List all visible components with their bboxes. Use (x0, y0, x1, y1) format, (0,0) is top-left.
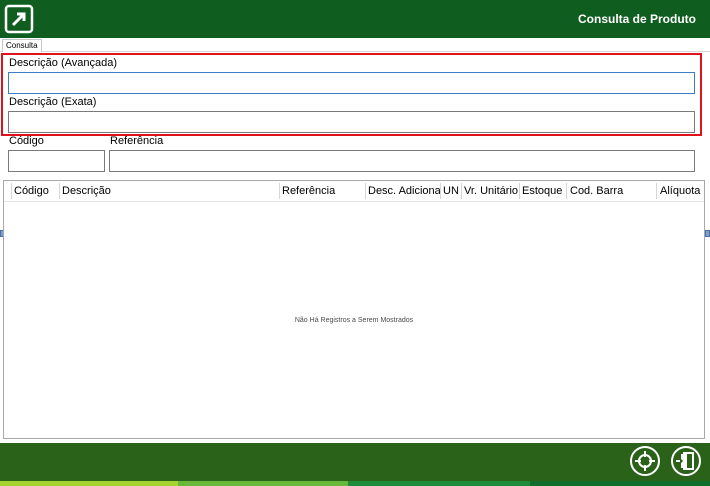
bottom-accent-bar (0, 481, 710, 486)
results-grid[interactable]: Código Descrição Referência Desc. Adicio… (3, 180, 705, 439)
footer-bar (0, 443, 710, 481)
column-header-aliquota[interactable]: Alíquota (660, 185, 704, 197)
column-header-estoque[interactable]: Estoque (522, 185, 566, 197)
descricao-exata-input[interactable] (8, 111, 695, 133)
title-bar: Consulta de Produto (0, 0, 710, 38)
column-header-un[interactable]: UN (443, 185, 461, 197)
column-separator[interactable] (519, 183, 520, 199)
descricao-avancada-input[interactable] (8, 72, 695, 94)
column-header-referencia[interactable]: Referência (282, 185, 364, 197)
descricao-exata-label: Descrição (Exata) (9, 96, 97, 108)
app-logo (2, 2, 36, 36)
accent-segment (348, 481, 530, 486)
referencia-input[interactable] (109, 150, 695, 172)
grid-header: Código Descrição Referência Desc. Adicio… (4, 181, 704, 202)
codigo-label: Código (9, 135, 44, 147)
column-separator[interactable] (279, 183, 280, 199)
column-separator[interactable] (59, 183, 60, 199)
column-header-desc-adicional[interactable]: Desc. Adicional (368, 185, 440, 197)
crosshair-icon (635, 451, 655, 471)
column-header-descricao[interactable]: Descrição (62, 185, 278, 197)
column-header-codigo[interactable]: Código (14, 185, 58, 197)
column-separator[interactable] (566, 183, 567, 199)
column-separator[interactable] (440, 183, 441, 199)
locate-button[interactable] (630, 446, 660, 476)
window-title: Consulta de Produto (578, 12, 696, 26)
accent-segment (530, 481, 710, 486)
tab-strip: Consulta (0, 38, 710, 52)
referencia-label: Referência (110, 135, 164, 147)
empty-grid-message: Não Há Registros a Serem Mostrados (294, 317, 414, 324)
column-header-cod-barra[interactable]: Cod. Barra (570, 185, 654, 197)
accent-segment (178, 481, 348, 486)
descricao-avancada-label: Descrição (Avançada) (9, 57, 118, 69)
column-separator[interactable] (365, 183, 366, 199)
column-separator[interactable] (11, 183, 12, 199)
codigo-input[interactable] (8, 150, 105, 172)
right-resize-handle[interactable] (705, 230, 710, 237)
column-separator[interactable] (461, 183, 462, 199)
column-separator[interactable] (656, 183, 657, 199)
accent-segment (0, 481, 178, 486)
tab-consulta[interactable]: Consulta (2, 39, 42, 52)
column-header-vr-unitario[interactable]: Vr. Unitário (464, 185, 519, 197)
exit-door-icon (676, 452, 694, 470)
exit-button[interactable] (671, 446, 701, 476)
